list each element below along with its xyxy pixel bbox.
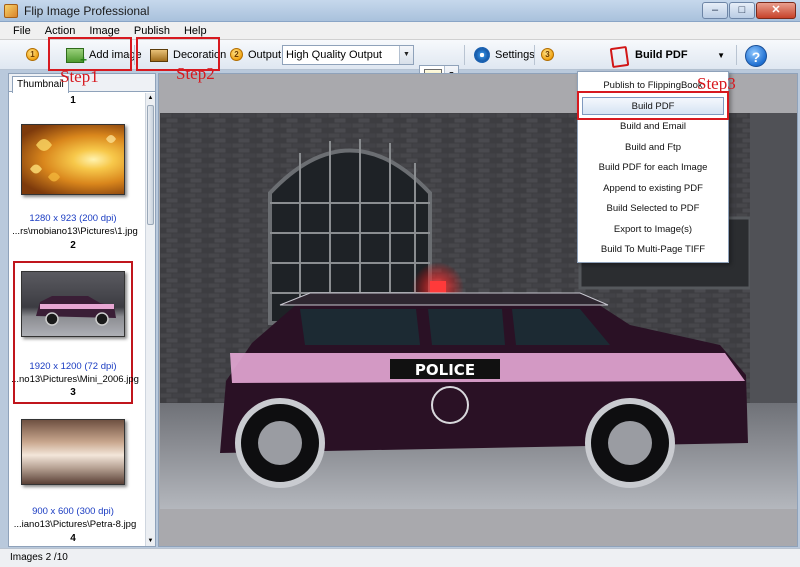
output-label: Output:	[248, 49, 285, 61]
step1-highlight	[48, 37, 132, 71]
menu-item-build-and-ftp[interactable]: Build and Ftp	[579, 138, 727, 158]
menu-item-build-selected-pdf[interactable]: Build Selected to PDF	[579, 199, 727, 219]
thumbnail-path: ...rs\mobiano13\Pictures\1.jpg	[12, 226, 138, 237]
thumbnail-size: 900 x 600 (300 dpi)	[32, 506, 114, 517]
toolbar-separator	[134, 45, 135, 65]
maximize-button[interactable]: □	[729, 2, 755, 19]
status-bar: Images 2 /10	[0, 548, 800, 567]
thumbnail-number: 2	[70, 240, 76, 251]
output-select[interactable]: High Quality Output ▼	[282, 45, 414, 65]
toolbar-separator	[534, 45, 535, 65]
close-button[interactable]: ✕	[756, 2, 796, 19]
scroll-up-icon[interactable]: ▲	[146, 93, 155, 103]
thumbnail-number: 4	[70, 533, 76, 544]
window-controls: ‒ □ ✕	[701, 2, 796, 20]
title-bar: Flip Image Professional ‒ □ ✕	[0, 0, 800, 22]
build-pdf-button[interactable]: Build PDF ▼	[604, 43, 730, 67]
step-3-icon: 3	[541, 48, 554, 61]
step2-label: Step2	[176, 64, 215, 83]
menu-item-build-pdf-each-image[interactable]: Build PDF for each Image	[579, 158, 727, 178]
gear-icon	[474, 47, 490, 63]
menu-file[interactable]: File	[6, 22, 38, 40]
scroll-down-icon[interactable]: ▼	[146, 536, 155, 546]
step1-label: Step1	[60, 67, 99, 86]
thumbnail-scrollbar[interactable]: ▲ ▼	[145, 93, 155, 546]
settings-label: Settings	[495, 49, 535, 61]
build-pdf-label: Build PDF	[635, 49, 688, 61]
thumbnail-list: 1 1280 x 923 (200 dpi) ...rs\mobiano13\P…	[9, 93, 145, 546]
menu-item-append-existing-pdf[interactable]: Append to existing PDF	[579, 179, 727, 199]
image-count: Images 2 /10	[10, 552, 68, 563]
thumbnail-size: 1280 x 923 (200 dpi)	[29, 213, 117, 224]
minimize-button[interactable]: ‒	[702, 2, 728, 19]
thumbnail-panel: Thumbnail 1 1280 x 923 (200 dpi) ...rs\m…	[8, 73, 156, 547]
car-thumbnail-icon	[36, 296, 116, 326]
output-value: High Quality Output	[286, 49, 382, 61]
step-1-icon: 1	[26, 48, 39, 61]
settings-button[interactable]: Settings	[468, 43, 541, 67]
step3-label: Step3	[697, 74, 736, 93]
chevron-down-icon[interactable]: ▼	[399, 46, 413, 64]
menu-item-build-multipage-tiff[interactable]: Build To Multi-Page TIFF	[579, 240, 727, 260]
leaf-decoration-icon	[30, 135, 116, 182]
toolbar-separator	[464, 45, 465, 65]
thumbnail-size: 1920 x 1200 (72 dpi)	[29, 361, 117, 372]
toolbar-separator	[736, 45, 737, 65]
thumbnail-number: 1	[70, 95, 76, 106]
thumbnail-number: 3	[70, 387, 76, 398]
police-sign-text: POLICE	[415, 361, 475, 379]
menu-item-build-and-email[interactable]: Build and Email	[579, 117, 727, 137]
window-title: Flip Image Professional	[24, 4, 150, 18]
help-icon: ?	[745, 45, 767, 67]
thumbnail-image[interactable]	[21, 124, 125, 195]
scrollbar-thumb[interactable]	[147, 105, 154, 225]
step3-highlight	[577, 91, 729, 120]
thumbnail-path: ...no13\Pictures\Mini_2006.jpg	[11, 374, 139, 385]
thumbnail-path: ...iano13\Pictures\Petra-8.jpg	[13, 519, 137, 530]
thumbnail-image[interactable]	[21, 271, 125, 337]
chevron-down-icon[interactable]: ▼	[717, 51, 725, 60]
pdf-icon	[610, 47, 626, 64]
help-button[interactable]: ?	[745, 44, 767, 68]
app-icon	[4, 4, 18, 18]
step-2-icon: 2	[230, 48, 243, 61]
menu-item-export-images[interactable]: Export to Image(s)	[579, 220, 727, 240]
thumbnail-image[interactable]	[21, 419, 125, 485]
